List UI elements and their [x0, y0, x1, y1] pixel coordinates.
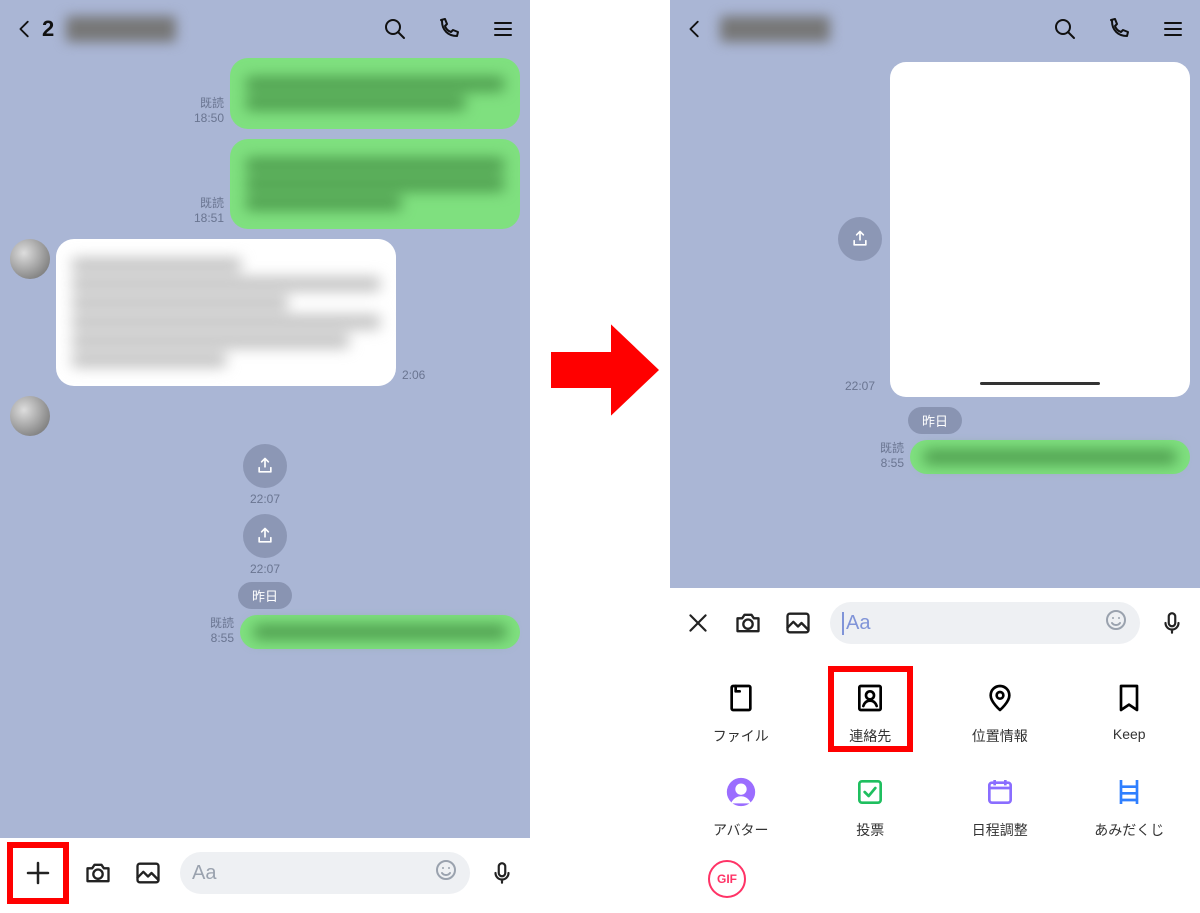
menu-item-label: 連絡先	[849, 726, 891, 746]
menu-item-label: ファイル	[713, 726, 769, 746]
keep-icon	[1111, 680, 1147, 716]
share-icon[interactable]	[243, 444, 287, 488]
image-bubble[interactable]	[890, 62, 1190, 397]
left-screenshot: 2 既読 18:50	[0, 0, 530, 908]
mic-button[interactable]	[1154, 605, 1190, 641]
unread-count: 2	[42, 16, 54, 42]
chat-body: 22:07 昨日 既読 8:55	[670, 58, 1200, 588]
message-bubble	[240, 615, 520, 649]
message-meta: 既読 18:51	[194, 196, 224, 225]
image-message[interactable]: 22:07	[680, 62, 1190, 397]
share-time: 22:07	[250, 492, 280, 506]
poll-icon	[852, 774, 888, 810]
attach-button[interactable]	[10, 845, 66, 901]
share-attachment[interactable]: 22:07	[10, 444, 520, 506]
menu-item-label: 位置情報	[972, 726, 1028, 746]
chat-body: 既読 18:50 既読 18:51	[0, 58, 530, 838]
message-meta: 既読 18:50	[194, 96, 224, 125]
menu-icon[interactable]	[488, 14, 518, 44]
chat-header	[670, 0, 1200, 58]
emoji-icon[interactable]	[434, 858, 458, 888]
menu-icon[interactable]	[1158, 14, 1188, 44]
right-screenshot: 22:07 昨日 既読 8:55	[670, 0, 1200, 908]
date-separator: 昨日	[10, 582, 520, 609]
menu-item-avatar[interactable]: アバター	[676, 774, 806, 840]
menu-item-poll[interactable]: 投票	[806, 774, 936, 840]
message-out[interactable]: 既読 8:55	[10, 615, 520, 649]
input-placeholder: Aa	[192, 862, 216, 885]
share-icon[interactable]	[838, 217, 882, 261]
message-meta: 既読 8:55	[880, 441, 904, 470]
menu-item-contact[interactable]: 連絡先	[806, 680, 936, 746]
message-bubble	[910, 440, 1190, 474]
schedule-icon	[982, 774, 1018, 810]
message-out[interactable]: 既読 18:50	[10, 58, 520, 129]
transition-arrow-icon	[545, 310, 665, 430]
input-placeholder: Aa	[842, 612, 870, 635]
avatar-icon	[723, 774, 759, 810]
menu-item-location[interactable]: 位置情報	[935, 680, 1065, 746]
mic-button[interactable]	[484, 855, 520, 891]
close-attach-button[interactable]	[680, 605, 716, 641]
camera-button[interactable]	[730, 605, 766, 641]
avatar-row	[10, 396, 520, 436]
file-icon	[723, 680, 759, 716]
compose-bar: Aa	[670, 588, 1200, 658]
message-input[interactable]: Aa	[830, 602, 1140, 644]
menu-item-file[interactable]: ファイル	[676, 680, 806, 746]
share-time: 22:07	[250, 562, 280, 576]
search-icon[interactable]	[380, 14, 410, 44]
message-out[interactable]: 既読 18:51	[10, 139, 520, 229]
gif-button[interactable]: GIF	[708, 860, 746, 898]
menu-item-label: Keep	[1113, 726, 1146, 742]
menu-item-label: 投票	[856, 820, 884, 840]
contact-icon	[852, 680, 888, 716]
message-time: 2:06	[402, 368, 425, 382]
attachment-menu: ファイル 連絡先 位置情報 Keep アバター 投票 日程調整 あみだくじ GIF	[670, 658, 1200, 908]
menu-item-keep[interactable]: Keep	[1065, 680, 1195, 746]
menu-item-ladder[interactable]: あみだくじ	[1065, 774, 1195, 840]
emoji-icon[interactable]	[1104, 608, 1128, 638]
date-separator: 昨日	[680, 407, 1190, 434]
chat-header: 2	[0, 0, 530, 58]
message-bubble	[56, 239, 396, 386]
location-icon	[982, 680, 1018, 716]
message-input[interactable]: Aa	[180, 852, 470, 894]
chat-title-redacted	[720, 16, 830, 42]
message-bubble	[230, 58, 520, 129]
gallery-button[interactable]	[130, 855, 166, 891]
ladder-icon	[1111, 774, 1147, 810]
share-attachment[interactable]: 22:07	[10, 514, 520, 576]
menu-item-label: アバター	[713, 820, 768, 840]
message-time: 22:07	[845, 379, 875, 393]
message-meta: 既読 8:55	[210, 616, 234, 645]
home-indicator	[980, 382, 1100, 385]
search-icon[interactable]	[1050, 14, 1080, 44]
back-button[interactable]	[12, 16, 38, 42]
message-bubble	[230, 139, 520, 229]
message-out[interactable]: 既読 8:55	[680, 440, 1190, 474]
avatar[interactable]	[10, 239, 50, 279]
menu-item-schedule[interactable]: 日程調整	[935, 774, 1065, 840]
chat-title-redacted	[66, 16, 176, 42]
back-button[interactable]	[682, 16, 708, 42]
camera-button[interactable]	[80, 855, 116, 891]
call-icon[interactable]	[1104, 14, 1134, 44]
compose-bar: Aa	[0, 838, 530, 908]
menu-item-label: あみだくじ	[1094, 820, 1164, 840]
message-in[interactable]: 2:06	[10, 239, 520, 386]
share-icon[interactable]	[243, 514, 287, 558]
gallery-button[interactable]	[780, 605, 816, 641]
call-icon[interactable]	[434, 14, 464, 44]
menu-item-label: 日程調整	[972, 820, 1028, 840]
avatar[interactable]	[10, 396, 50, 436]
